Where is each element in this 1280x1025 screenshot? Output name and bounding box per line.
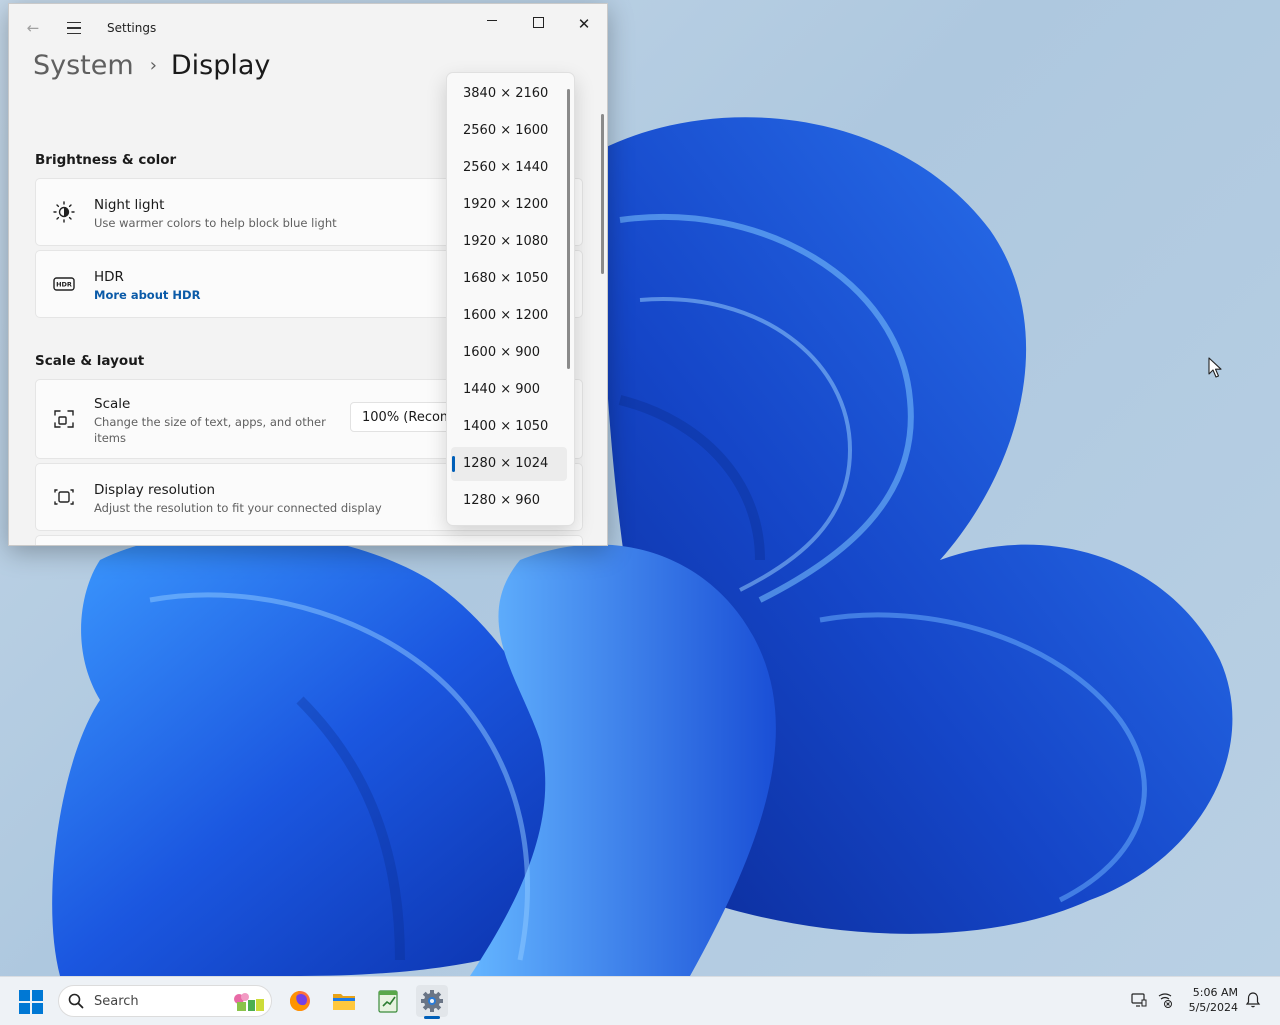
search-icon [68, 993, 84, 1009]
windows-logo-square [19, 1003, 30, 1014]
night-light-subtitle: Use warmer colors to help block blue lig… [94, 216, 337, 230]
display-resolution-title: Display resolution [94, 482, 216, 498]
minimize-icon [487, 20, 497, 21]
network-disconnected-icon[interactable] [1156, 991, 1174, 1009]
page-title: Display [170, 50, 271, 81]
resolution-option[interactable]: 1600 × 900 [451, 336, 567, 370]
breadcrumb: System › Display [33, 50, 270, 90]
resolution-dropdown-list[interactable]: 3840 × 2160 2560 × 1600 2560 × 1440 1920… [446, 72, 575, 526]
resolution-option[interactable]: 2560 × 1440 [451, 151, 567, 185]
next-setting-card[interactable] [35, 535, 583, 545]
night-light-title: Night light [94, 197, 165, 213]
taskbar-search-box[interactable]: Search [58, 985, 272, 1017]
windows-logo-square [32, 1003, 43, 1014]
svg-text:HDR: HDR [56, 281, 72, 289]
scale-icon [54, 410, 74, 428]
clock-date: 5/5/2024 [1188, 1001, 1238, 1014]
maximize-icon [532, 17, 544, 28]
close-icon: ✕ [577, 15, 591, 33]
windows-logo-square [32, 990, 43, 1001]
scale-title: Scale [94, 396, 131, 412]
back-arrow-icon[interactable]: ← [23, 18, 43, 38]
taskbar: Search 5:06 AM 5/5/2024 [0, 976, 1280, 1025]
hamburger-menu-icon[interactable] [63, 18, 85, 38]
breadcrumb-separator-icon: › [149, 55, 157, 76]
title-bar[interactable]: ← Settings ✕ [9, 4, 607, 48]
search-highlight-icon [234, 993, 264, 1011]
notepad-icon[interactable] [372, 985, 404, 1017]
mouse-cursor-icon [1208, 357, 1222, 378]
resolution-option[interactable]: 1920 × 1200 [451, 188, 567, 222]
resolution-icon [54, 489, 74, 505]
windows-logo-icon [19, 990, 30, 1001]
maximize-button[interactable] [515, 10, 561, 38]
search-placeholder: Search [94, 994, 139, 1009]
section-header-scale-layout: Scale & layout [35, 353, 145, 369]
section-header-brightness: Brightness & color [35, 152, 177, 168]
resolution-option[interactable]: 3840 × 2160 [451, 77, 567, 111]
display-resolution-subtitle: Adjust the resolution to fit your connec… [94, 501, 382, 515]
resolution-option[interactable]: 1680 × 1050 [451, 262, 567, 296]
resolution-option[interactable]: 1400 × 1050 [451, 410, 567, 444]
resolution-option[interactable]: 1440 × 900 [451, 373, 567, 407]
resolution-option[interactable]: 1280 × 960 [451, 484, 567, 518]
scale-subtitle-line2: items [94, 431, 126, 445]
settings-window: ← Settings ✕ System › Display Brightness &… [8, 3, 608, 546]
window-scrollbar[interactable] [601, 114, 604, 274]
resolution-option[interactable]: 2560 × 1600 [451, 114, 567, 148]
settings-app-button[interactable] [416, 985, 448, 1017]
active-app-indicator [424, 1016, 440, 1019]
scale-subtitle-line1: Change the size of text, apps, and other [94, 415, 326, 429]
sun-icon [53, 201, 75, 223]
hdr-title: HDR [94, 269, 124, 285]
resolution-option-selected[interactable]: 1280 × 1024 [451, 447, 567, 481]
notification-bell-icon[interactable] [1244, 991, 1262, 1009]
breadcrumb-system[interactable]: System [33, 50, 134, 81]
hdr-icon: HDR [53, 277, 75, 291]
system-clock[interactable]: 5:06 AM 5/5/2024 [1176, 985, 1238, 1015]
dropdown-scrollbar[interactable] [567, 89, 570, 369]
more-about-hdr-link[interactable]: More about HDR [94, 288, 200, 302]
resolution-option[interactable]: 1920 × 1080 [451, 225, 567, 259]
resolution-option[interactable]: 1600 × 1200 [451, 299, 567, 333]
file-explorer-icon[interactable] [328, 985, 360, 1017]
display-tray-icon[interactable] [1130, 991, 1148, 1009]
firefox-icon[interactable] [284, 985, 316, 1017]
start-button[interactable] [19, 990, 43, 1014]
settings-icon [421, 990, 443, 1012]
clock-time: 5:06 AM [1192, 986, 1238, 999]
close-button[interactable]: ✕ [561, 10, 607, 38]
minimize-button[interactable] [469, 10, 515, 38]
app-title: Settings [107, 21, 157, 35]
